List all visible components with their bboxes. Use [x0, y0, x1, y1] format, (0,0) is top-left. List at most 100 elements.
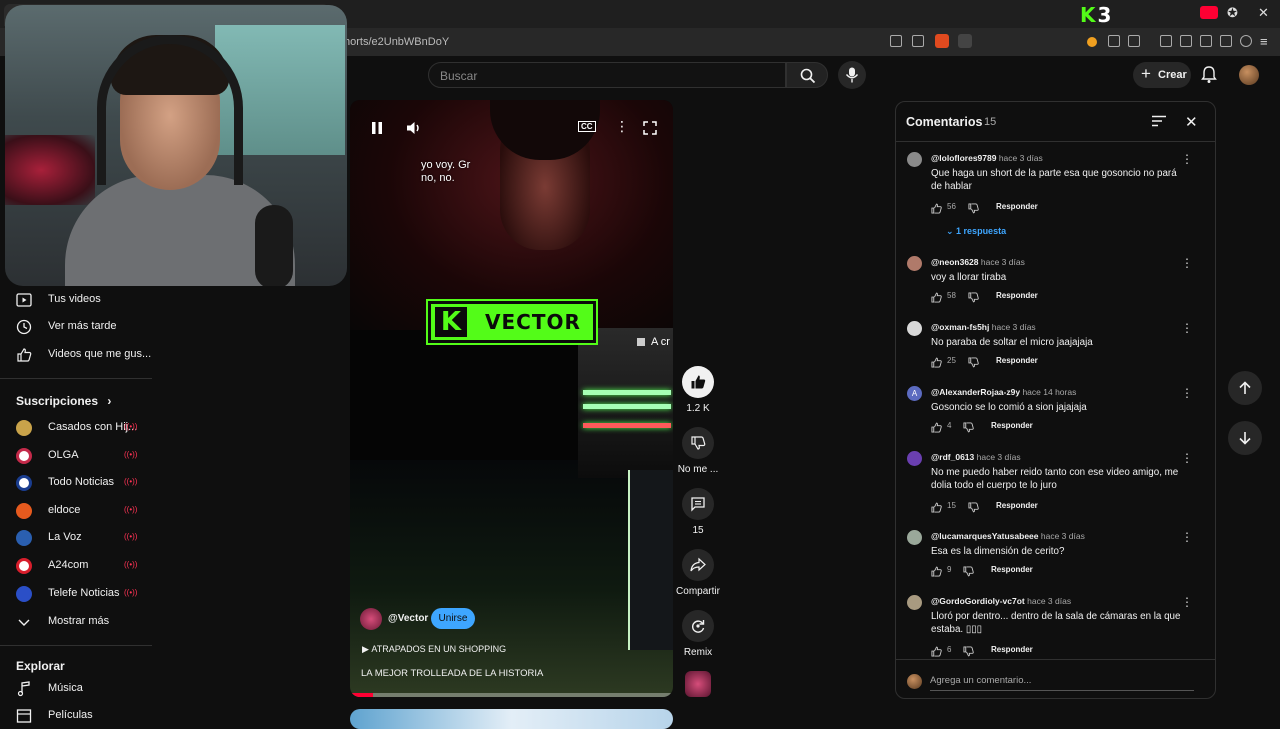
sidebar-item-ver-mas-tarde[interactable]: Ver más tarde	[16, 317, 156, 337]
dislike-button[interactable]	[682, 427, 714, 459]
comment-more-icon[interactable]: ⋮	[1181, 321, 1193, 335]
comment-author[interactable]: @neon3628	[931, 257, 979, 267]
reply-button[interactable]: Responder	[996, 501, 1038, 510]
sidebar-item-subscription[interactable]: Todo Noticias ((•))	[16, 473, 156, 493]
commenter-avatar[interactable]	[907, 530, 922, 545]
pause-icon[interactable]	[370, 120, 384, 136]
audio-source-thumbnail[interactable]	[685, 671, 711, 697]
menu-icon[interactable]: ≡	[1260, 34, 1268, 49]
comment-author[interactable]: @loloflores9789	[931, 153, 996, 163]
sidebar-item-subscription[interactable]: Telefe Noticias ((•))	[16, 584, 156, 604]
share-page-icon[interactable]	[912, 35, 924, 47]
reply-button[interactable]: Responder	[991, 645, 1033, 654]
notifications-bell-icon[interactable]	[1201, 66, 1217, 84]
sidebar-item-subscription[interactable]: OLGA ((•))	[16, 446, 156, 466]
sidebar-item-musica[interactable]: Música	[16, 679, 156, 699]
comment-author[interactable]: @AlexanderRojaa-z9y	[931, 387, 1020, 397]
thumb-down-icon[interactable]	[968, 290, 979, 303]
commenter-avatar[interactable]	[907, 451, 922, 466]
comment-more-icon[interactable]: ⋮	[1181, 451, 1193, 465]
thumb-up-icon[interactable]	[931, 420, 942, 433]
comment-time[interactable]: hace 3 días	[992, 322, 1036, 332]
thumb-up-icon[interactable]	[931, 201, 942, 214]
like-button[interactable]	[682, 366, 714, 398]
comment-author[interactable]: @lucamarquesYatusabeee	[931, 531, 1039, 541]
reply-button[interactable]: Responder	[991, 421, 1033, 430]
comments-button[interactable]	[682, 488, 714, 520]
video-progress-bar[interactable]	[350, 693, 673, 697]
search-input[interactable]: Buscar	[428, 62, 786, 88]
close-icon[interactable]: ✕	[1185, 113, 1198, 131]
comment-time[interactable]: hace 3 días	[977, 452, 1021, 462]
comment-more-icon[interactable]: ⋮	[1181, 595, 1193, 609]
account-avatar[interactable]	[1239, 65, 1259, 85]
comment-time[interactable]: hace 3 días	[981, 257, 1025, 267]
thumb-down-icon[interactable]	[968, 500, 979, 513]
thumb-up-icon[interactable]	[931, 355, 942, 368]
subscriptions-heading[interactable]: Suscripciones ›	[16, 394, 111, 408]
wallet-icon[interactable]	[1200, 35, 1212, 47]
search-button[interactable]	[786, 62, 828, 88]
sidebar-item-subscription[interactable]: A24com ((•))	[16, 556, 156, 576]
puzzle-icon[interactable]	[1108, 35, 1120, 47]
cast-icon[interactable]	[890, 35, 902, 47]
shorts-video-player[interactable]: CC ⋮ yo voy. Gr no, no. K VECTOR A cr @Vec…	[350, 100, 673, 697]
reply-button[interactable]: Responder	[991, 565, 1033, 574]
thumb-up-icon[interactable]	[931, 500, 942, 513]
fullscreen-icon[interactable]	[643, 121, 657, 135]
add-comment-input[interactable]: Agrega un comentario...	[930, 673, 1194, 691]
comment-time[interactable]: hace 3 días	[1027, 596, 1071, 606]
close-window-icon[interactable]: ✕	[1258, 5, 1269, 21]
comment-time[interactable]: hace 14 horas	[1022, 387, 1076, 397]
thumb-down-icon[interactable]	[968, 201, 979, 214]
thumb-down-icon[interactable]	[963, 564, 974, 577]
sidebar-item-subscription[interactable]: Casados con Hij... ((•))	[16, 418, 156, 438]
color-extension-icon[interactable]	[1087, 37, 1097, 47]
create-button[interactable]: + Crear	[1133, 62, 1191, 88]
comment-author[interactable]: @rdf_0613	[931, 452, 974, 462]
commenter-avatar[interactable]	[907, 595, 922, 610]
thumb-up-icon[interactable]	[931, 290, 942, 303]
comment-more-icon[interactable]: ⋮	[1181, 386, 1193, 400]
thumb-up-icon[interactable]	[931, 644, 942, 657]
commenter-avatar[interactable]: A	[907, 386, 922, 401]
commenter-avatar[interactable]	[907, 256, 922, 271]
comment-more-icon[interactable]: ⋮	[1181, 152, 1193, 166]
previous-short-button[interactable]	[1228, 371, 1262, 405]
next-short-button[interactable]	[1228, 421, 1262, 455]
channel-handle[interactable]: @Vector	[388, 613, 428, 624]
view-replies-button[interactable]: ⌄ 1 respuesta	[946, 226, 1006, 237]
sidebar-item-subscription[interactable]: La Voz ((•))	[16, 528, 156, 548]
next-short-preview[interactable]	[350, 709, 673, 729]
comment-time[interactable]: hace 3 días	[999, 153, 1043, 163]
sidebar-icon[interactable]	[1180, 35, 1192, 47]
comment-more-icon[interactable]: ⋮	[1181, 256, 1193, 270]
show-more-button[interactable]: Mostrar más	[16, 612, 156, 632]
commenter-avatar[interactable]	[907, 152, 922, 167]
sidebar-item-tus-videos[interactable]: Tus videos	[16, 290, 156, 310]
captions-icon[interactable]: CC	[578, 121, 596, 132]
sidebar-item-liked-videos[interactable]: Videos que me gus...	[16, 345, 156, 365]
volume-icon[interactable]	[406, 120, 422, 136]
channel-avatar[interactable]	[360, 608, 382, 630]
comment-more-icon[interactable]: ⋮	[1181, 530, 1193, 544]
rewards-icon[interactable]	[958, 34, 972, 48]
reply-button[interactable]: Responder	[996, 291, 1038, 300]
comment-time[interactable]: hace 3 días	[1041, 531, 1085, 541]
reply-button[interactable]: Responder	[996, 356, 1038, 365]
remix-button[interactable]	[682, 610, 714, 642]
sidebar-item-subscription[interactable]: eldoce ((•))	[16, 501, 156, 521]
screenshot-icon[interactable]	[1128, 35, 1140, 47]
extension-icon[interactable]: ✪	[1227, 5, 1238, 21]
vpn-icon[interactable]	[1240, 35, 1252, 47]
leo-icon[interactable]	[1220, 35, 1232, 47]
thumb-down-icon[interactable]	[963, 420, 974, 433]
voice-search-button[interactable]	[838, 61, 866, 89]
playlist-link[interactable]: ▶ ATRAPADOS EN UN SHOPPING	[362, 644, 506, 655]
brave-shield-icon[interactable]	[935, 34, 949, 48]
url-text[interactable]: horts/e2UnbWBnDoY	[344, 36, 449, 48]
media-icon[interactable]	[1160, 35, 1172, 47]
reply-button[interactable]: Responder	[996, 202, 1038, 211]
thumb-up-icon[interactable]	[931, 564, 942, 577]
more-options-icon[interactable]: ⋮	[615, 118, 629, 135]
